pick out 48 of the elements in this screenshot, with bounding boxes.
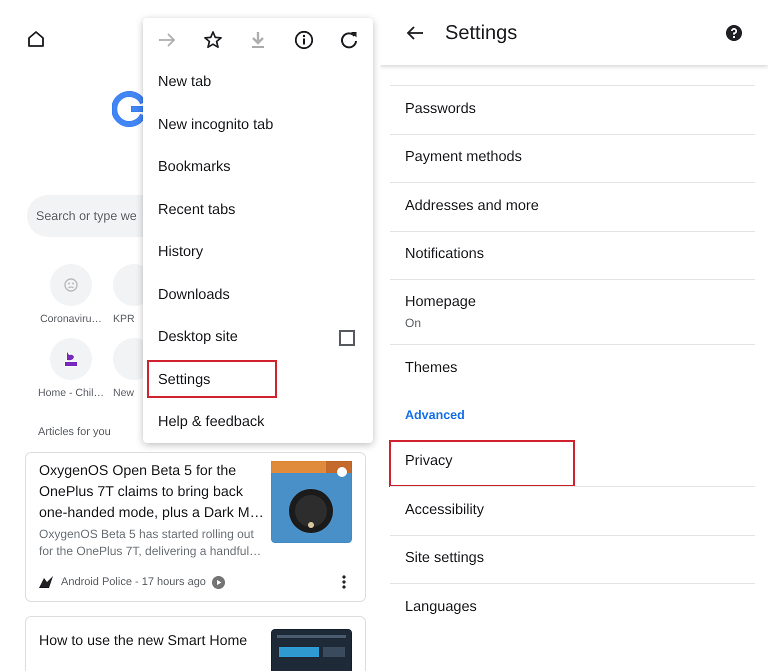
menu-item[interactable]: Desktop site — [143, 317, 373, 360]
more-icon[interactable] — [342, 575, 346, 590]
play-icon — [212, 576, 225, 589]
article-snippet: OxygenOS Beta 5 has started rolling out for the OnePlus 7T, delivering a handful… — [39, 526, 262, 560]
preference-item[interactable]: Passwords — [390, 85, 755, 134]
preference-item[interactable]: Payment methods — [390, 134, 755, 182]
menu-item[interactable]: History — [143, 232, 373, 274]
help-icon[interactable] — [726, 24, 742, 40]
article-card[interactable]: How to use the new Smart Home — [25, 616, 366, 671]
star-icon[interactable] — [202, 30, 222, 50]
preference-item[interactable]: Homepage On — [390, 279, 755, 344]
back-icon[interactable] — [406, 24, 424, 40]
page-title: Settings — [445, 20, 518, 46]
preference-item[interactable]: Accessibility — [390, 486, 755, 534]
preference-item[interactable]: Site settings — [390, 534, 755, 583]
menu-item[interactable]: Settings — [143, 360, 373, 402]
section-heading: Articles for you — [38, 424, 112, 440]
source-logo-icon — [39, 576, 53, 588]
checkbox[interactable] — [339, 330, 355, 346]
menu-item[interactable]: New incognito tab — [143, 104, 373, 147]
article-source: Android Police - 17 hours ago — [61, 575, 206, 590]
logo-icon — [112, 90, 146, 128]
preference-item[interactable]: Languages — [390, 583, 755, 632]
section-heading: Advanced — [405, 406, 466, 424]
preference-item[interactable]: Privacy — [390, 438, 755, 486]
preference-item[interactable]: Notifications — [390, 230, 755, 279]
article-card[interactable] — [25, 452, 366, 602]
refresh-icon[interactable] — [339, 30, 359, 50]
site-logo-icon — [64, 350, 78, 367]
shortcut-label[interactable]: KPR — [113, 312, 135, 328]
menu-item[interactable]: New tab — [143, 62, 373, 104]
menu-item[interactable]: Downloads — [143, 274, 373, 317]
menu-item[interactable]: Bookmarks — [143, 147, 373, 190]
shortcut-tile[interactable] — [50, 264, 92, 306]
info-icon[interactable] — [294, 30, 314, 50]
shortcut-label[interactable]: New — [113, 386, 134, 402]
face-icon — [64, 278, 78, 292]
menu-item[interactable]: Help & feedback — [143, 402, 373, 444]
home-icon[interactable] — [26, 29, 46, 49]
search-field[interactable]: Search or type we — [27, 195, 143, 237]
menu-item[interactable]: Recent tabs — [143, 190, 373, 232]
article-title: OxygenOS Open Beta 5 for the OnePlus 7T claims to bring back one-handed mode, plus a Dark M… — [39, 462, 264, 523]
preference-item[interactable]: Themes — [390, 344, 755, 392]
shortcut-tile[interactable] — [50, 338, 92, 380]
preference-item[interactable]: Addresses and more — [390, 182, 755, 230]
shortcut-label[interactable]: Coronaviru… — [40, 312, 102, 328]
article-title: How to use the new Smart Home — [39, 632, 248, 650]
shortcut-label[interactable]: Home - Chil… — [38, 386, 104, 402]
